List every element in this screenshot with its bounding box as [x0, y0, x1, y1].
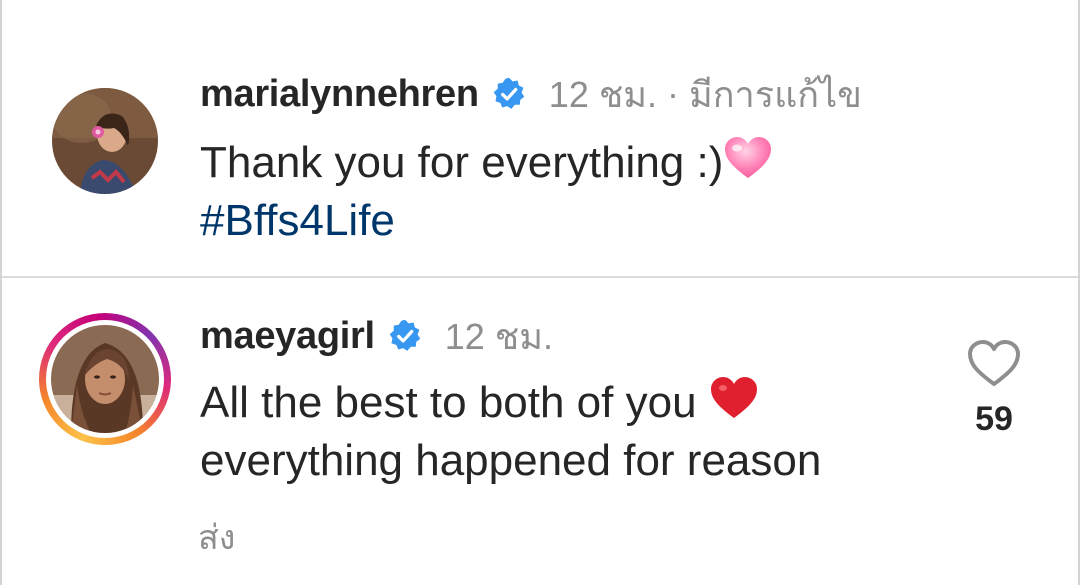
comment-header: marialynnehren 12 ชม. · มีการแก้ไข	[200, 68, 862, 120]
avatar	[51, 325, 159, 433]
comment-text: All the best to both of you	[200, 374, 759, 435]
hashtag-link[interactable]: #Bffs4Life	[200, 192, 395, 250]
like-count: 59	[975, 400, 1013, 438]
verified-badge-icon	[491, 76, 527, 112]
avatar[interactable]	[52, 88, 158, 194]
story-ring-avatar[interactable]	[39, 313, 171, 445]
comment-item: maeyagirl 12 ชม. All the best to both of…	[2, 278, 1078, 585]
comment-item: marialynnehren 12 ชม. · มีการแก้ไข Thank…	[2, 0, 1078, 276]
comment-time: 12 ชม.	[444, 315, 553, 357]
comment-text-line: everything happened for reason	[200, 436, 822, 485]
edited-label: มีการแก้ไข	[689, 73, 862, 115]
comment-text: Thank you for everything :)	[200, 134, 773, 195]
username[interactable]: maeyagirl	[200, 315, 375, 358]
comment-text-line: All the best to both of you	[200, 378, 697, 427]
heart-icon[interactable]	[966, 338, 1022, 388]
verified-badge-icon	[387, 318, 423, 354]
red-heart-emoji-icon	[709, 376, 759, 435]
username[interactable]: marialynnehren	[200, 73, 479, 116]
comment-time: 12 ชม.	[548, 73, 658, 115]
reply-button[interactable]: ส่ง	[198, 510, 235, 564]
comment-text-line: Thank you for everything :)	[200, 138, 724, 187]
comment-header: maeyagirl 12 ชม.	[200, 310, 553, 362]
comments-panel: marialynnehren 12 ชม. · มีการแก้ไข Thank…	[0, 0, 1080, 585]
meta-separator: ·	[667, 73, 680, 114]
pink-heart-emoji-icon	[723, 136, 773, 195]
